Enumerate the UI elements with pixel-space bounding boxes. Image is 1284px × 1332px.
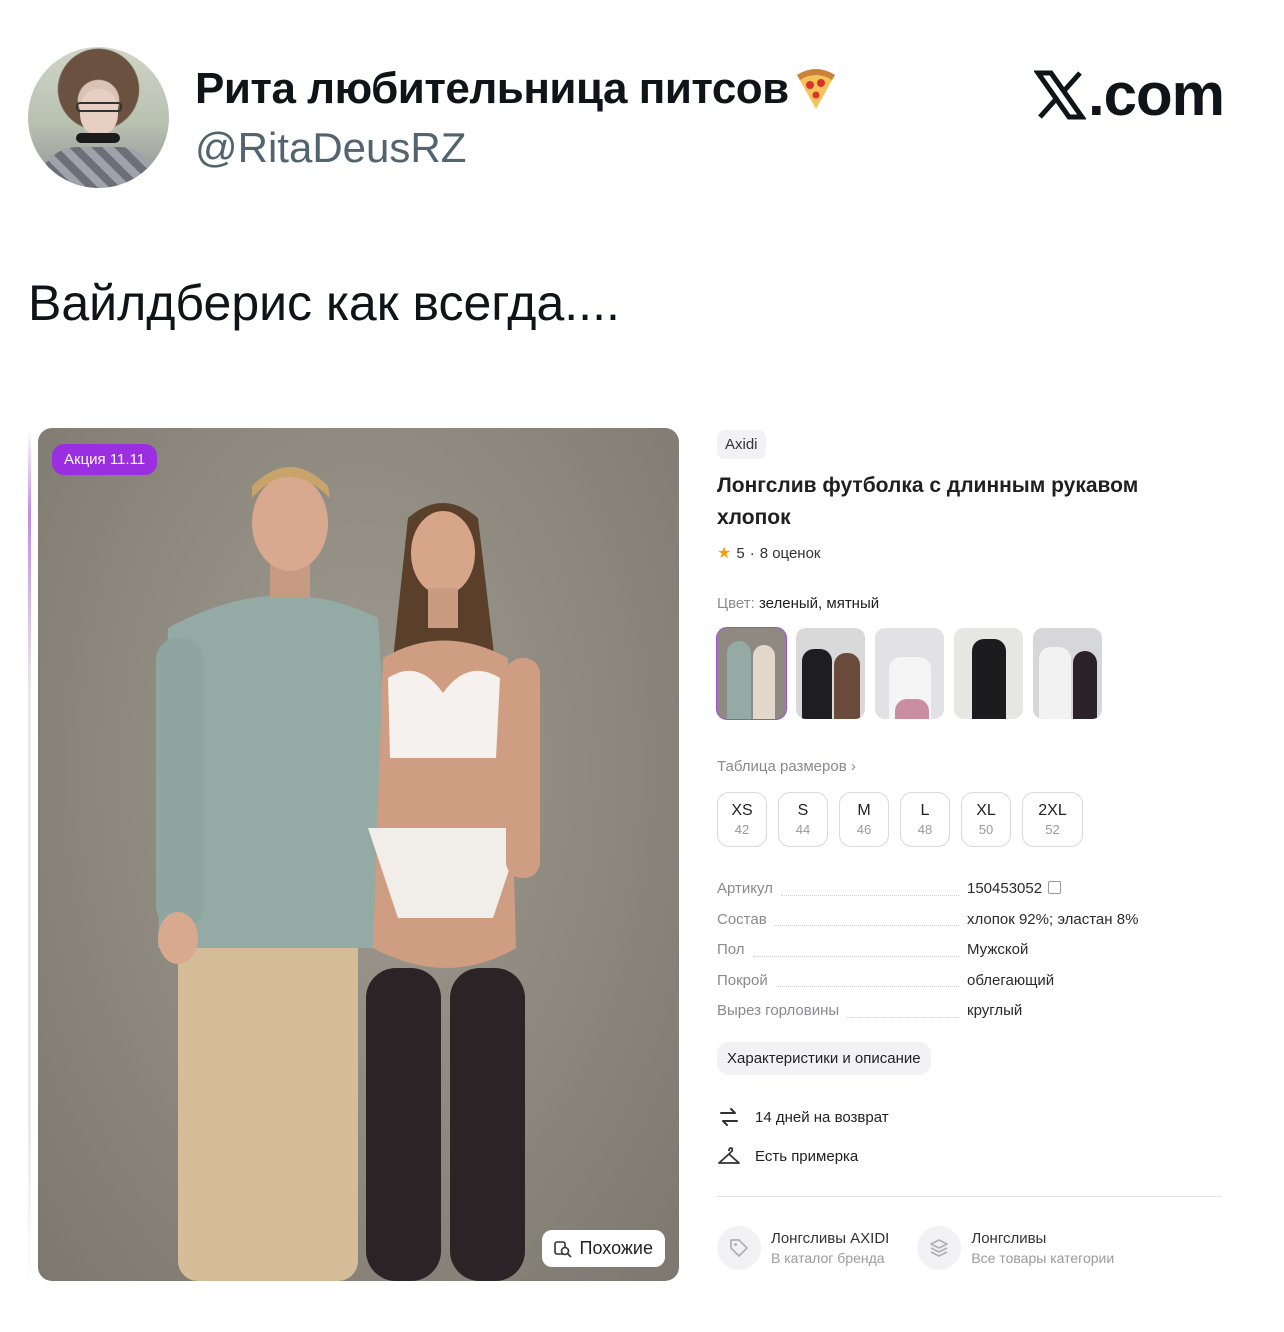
user-handle[interactable]: @RitaDeusRZ [195, 124, 466, 172]
color-variant-thumb[interactable] [875, 628, 944, 719]
x-domain-text: .com [1087, 61, 1225, 128]
avatar[interactable] [28, 47, 169, 188]
display-name[interactable]: Рита любительница питсов [195, 64, 839, 114]
color-variant-thumb[interactable] [716, 627, 787, 720]
article-number: 150453052 [967, 880, 1043, 897]
promo-badge[interactable]: Акция 11.11 [52, 444, 158, 475]
spec-row: Состав хлопок 92%; эластан 8% [717, 910, 1139, 928]
models-illustration [156, 467, 540, 1281]
spec-row: Покрой облегающий [717, 971, 1055, 989]
rating-separator: · [749, 544, 755, 562]
divider [717, 1196, 1222, 1197]
star-icon: ★ [717, 545, 732, 562]
spec-row: Вырез горловины круглый [717, 1002, 1023, 1019]
layers-icon [930, 1239, 949, 1257]
color-variant-thumb[interactable] [1033, 628, 1102, 719]
size-option-s[interactable]: S 44 [778, 792, 828, 847]
return-info: 14 дней на возврат [717, 1105, 889, 1129]
similar-label: Похожие [579, 1238, 653, 1258]
pizza-icon [796, 69, 835, 109]
color-variants [716, 627, 1102, 720]
similar-search-icon [553, 1240, 572, 1258]
category-link[interactable]: Лонгсливы Все товары категории [917, 1226, 1114, 1270]
size-option-xl[interactable]: XL 50 [961, 792, 1011, 847]
size-options: XS 42 S 44 M 46 L 48 XL 50 2XL 52 [717, 792, 1083, 847]
display-name-text: Рита любительница питсов [195, 64, 789, 113]
fitting-info: Есть примерка [717, 1144, 858, 1168]
rating-value: 5 [736, 544, 745, 562]
catalog-links: Лонгсливы AXIDI В каталог бренда Лонгслив… [717, 1226, 1114, 1270]
return-arrows-icon [720, 1108, 738, 1126]
size-option-xs[interactable]: XS 42 [717, 792, 767, 847]
brand-chip[interactable]: Axidi [717, 430, 766, 459]
product-title: Лонгслив футболка с длинным рукавом хлоп… [717, 474, 1139, 529]
color-variant-thumb[interactable] [954, 628, 1023, 719]
spec-row: Артикул 150453052 [717, 880, 1187, 911]
attached-image[interactable]: Акция 11.11 Похожие Axidi Лонгслив футбо… [28, 428, 1256, 1288]
color-variant-thumb[interactable] [796, 628, 865, 719]
size-option-2xl[interactable]: 2XL 52 [1022, 792, 1083, 847]
chevron-right-icon: › [850, 758, 856, 775]
spec-list: Артикул 150453052 Состав хлопок 92%; эла… [717, 880, 1187, 1033]
color-line: Цвет: зеленый, мятный [717, 595, 879, 612]
x-logo: .com [1033, 60, 1225, 129]
color-label: Цвет: [717, 595, 755, 612]
copy-icon[interactable] [1048, 881, 1062, 894]
product-photo[interactable]: Акция 11.11 Похожие [38, 428, 679, 1281]
previous-image-edge [28, 428, 31, 1288]
spec-row: Пол Мужской [717, 941, 1029, 958]
size-option-m[interactable]: M 46 [839, 792, 889, 847]
product-info: Axidi Лонгслив футболка с длинным рукаво… [716, 428, 1237, 1288]
hanger-icon [718, 1147, 740, 1164]
tag-icon [730, 1239, 748, 1257]
size-table-label: Таблица размеров [717, 758, 847, 775]
size-table-link[interactable]: Таблица размеров › [717, 758, 856, 775]
similar-button[interactable]: Похожие [541, 1230, 665, 1267]
x-icon [1033, 70, 1086, 119]
rating-count: 8 оценок [759, 544, 821, 562]
size-option-l[interactable]: L 48 [900, 792, 950, 847]
rating[interactable]: ★ 5 · 8 оценок [717, 543, 821, 563]
brand-catalog-link[interactable]: Лонгсливы AXIDI В каталог бренда [717, 1226, 889, 1270]
characteristics-button[interactable]: Характеристики и описание [717, 1042, 931, 1075]
tweet-text: Вайлдберис как всегда.... [28, 275, 620, 331]
color-value: зеленый, мятный [758, 595, 880, 612]
